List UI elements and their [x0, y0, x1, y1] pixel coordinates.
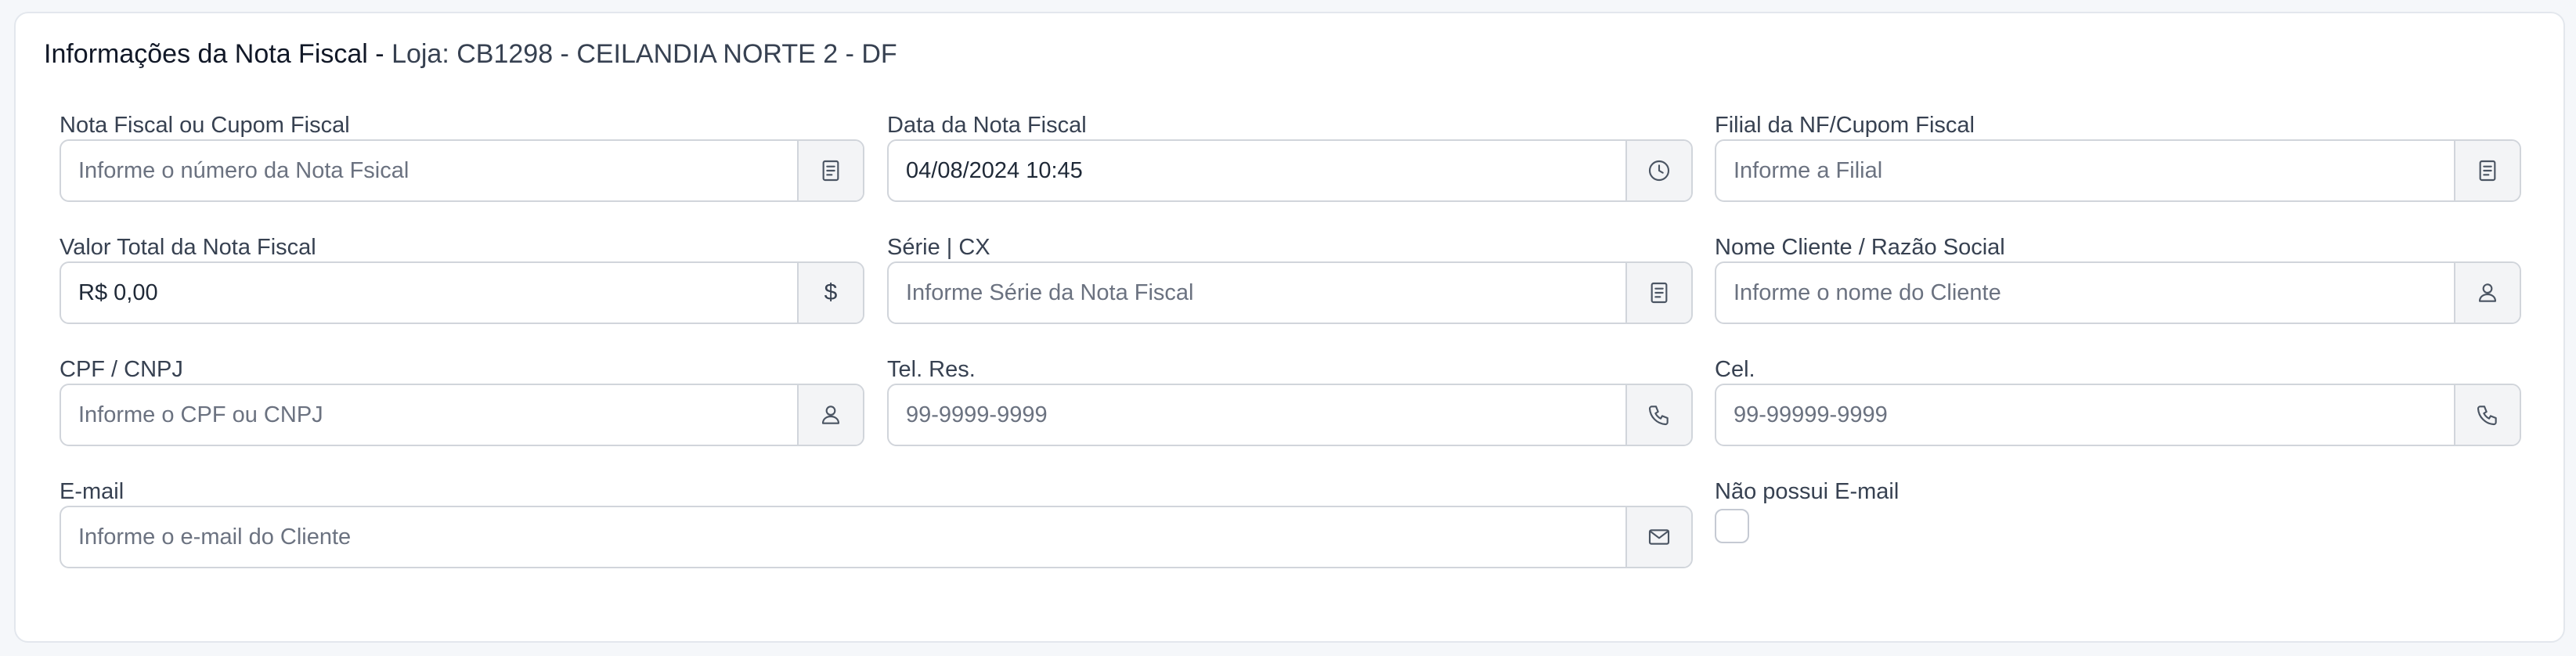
card-title: Informações da Nota Fiscal - Loja: CB129…: [44, 41, 897, 67]
valor-total-label: Valor Total da Nota Fiscal: [60, 235, 316, 260]
data-nota-label: Data da Nota Fiscal: [887, 113, 1087, 138]
nome-cliente-label: Nome Cliente / Razão Social: [1715, 235, 2005, 260]
serie-input-group: [887, 261, 1693, 324]
email-input[interactable]: [61, 507, 1625, 567]
filial-input[interactable]: [1716, 141, 2454, 200]
phone-icon: [2454, 385, 2520, 445]
serie-input[interactable]: [889, 263, 1625, 323]
valor-total-input-group: $: [60, 261, 864, 324]
receipt-icon: [797, 141, 863, 200]
field-nota-fiscal: Nota Fiscal ou Cupom Fiscal: [60, 114, 864, 211]
serie-label: Série | CX: [887, 235, 990, 260]
field-tel-res: Tel. Res.: [887, 359, 1693, 456]
nome-cliente-input-group: [1715, 261, 2521, 324]
nota-fiscal-input-group: [60, 139, 864, 202]
field-cel: Cel.: [1715, 359, 2521, 456]
field-sem-email: Não possui E-mail: [1715, 481, 2028, 551]
nome-cliente-input[interactable]: [1716, 263, 2454, 323]
email-input-group: [60, 506, 1693, 568]
filial-input-group: [1715, 139, 2521, 202]
dollar-icon: $: [797, 263, 863, 323]
tel-res-input[interactable]: [889, 385, 1625, 445]
nota-fiscal-label: Nota Fiscal ou Cupom Fiscal: [60, 113, 350, 138]
dollar-sign: $: [824, 279, 838, 305]
field-cpf-cnpj: CPF / CNPJ: [60, 359, 864, 456]
filial-label: Filial da NF/Cupom Fiscal: [1715, 113, 1975, 138]
field-valor-total: Valor Total da Nota Fiscal $: [60, 236, 864, 333]
tel-res-label: Tel. Res.: [887, 357, 976, 382]
nota-fiscal-input[interactable]: [61, 141, 797, 200]
field-data-nota: Data da Nota Fiscal: [887, 114, 1693, 211]
valor-total-input[interactable]: [61, 263, 797, 323]
mail-icon: [1625, 507, 1691, 567]
no-email-checkbox[interactable]: [1715, 509, 1749, 543]
email-label: E-mail: [60, 479, 124, 504]
field-serie: Série | CX: [887, 236, 1693, 333]
data-nota-input-group: [887, 139, 1693, 202]
field-email: E-mail: [60, 481, 1693, 578]
cel-input[interactable]: [1716, 385, 2454, 445]
data-nota-input[interactable]: [889, 141, 1625, 200]
user-icon: [797, 385, 863, 445]
cel-input-group: [1715, 384, 2521, 446]
user-icon: [2454, 263, 2520, 323]
cel-label: Cel.: [1715, 357, 1755, 382]
clock-icon: [1625, 141, 1691, 200]
cpf-cnpj-label: CPF / CNPJ: [60, 357, 183, 382]
sem-email-label: Não possui E-mail: [1715, 479, 1900, 504]
field-filial: Filial da NF/Cupom Fiscal: [1715, 114, 2521, 211]
receipt-icon: [2454, 141, 2520, 200]
receipt-icon: [1625, 263, 1691, 323]
field-nome-cliente: Nome Cliente / Razão Social: [1715, 236, 2521, 333]
card-title-main: Informações da Nota Fiscal: [44, 39, 368, 69]
tel-res-input-group: [887, 384, 1693, 446]
phone-icon: [1625, 385, 1691, 445]
cpf-cnpj-input-group: [60, 384, 864, 446]
store-label: Loja: CB1298 - CEILANDIA NORTE 2 - DF: [391, 39, 897, 69]
card-title-separator: -: [367, 39, 392, 69]
cpf-cnpj-input[interactable]: [61, 385, 797, 445]
